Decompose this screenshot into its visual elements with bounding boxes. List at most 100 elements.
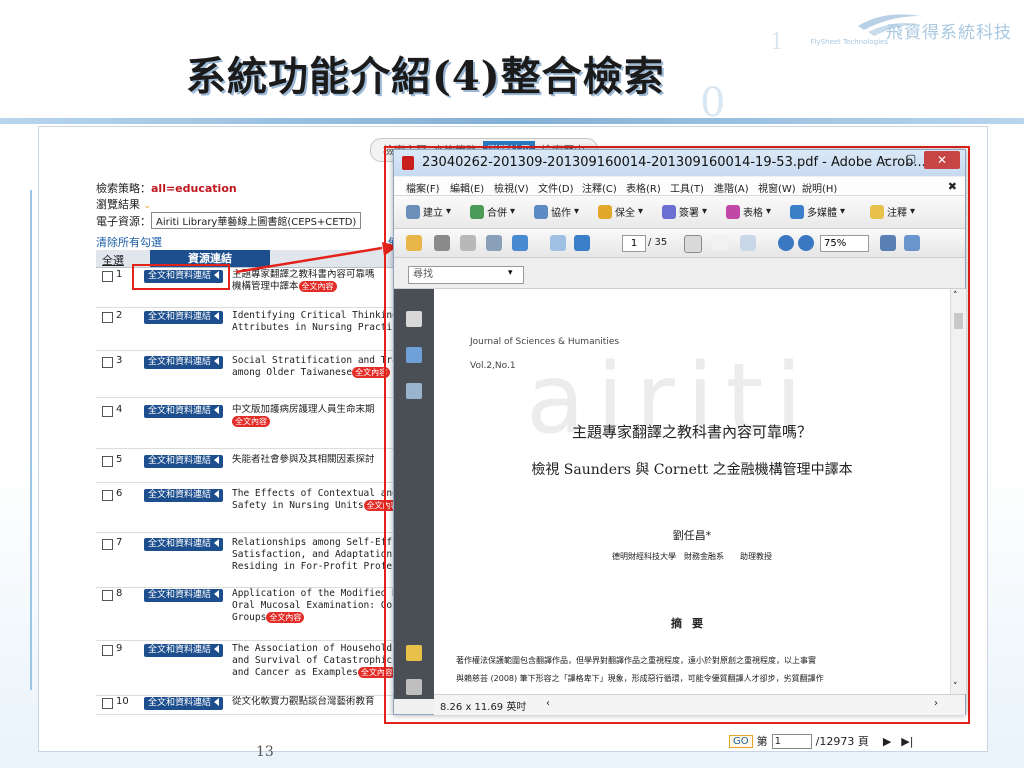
row-checkbox[interactable] bbox=[102, 698, 113, 709]
print-icon[interactable] bbox=[434, 235, 450, 251]
fulltext-link-button[interactable]: 全文和資料連結 bbox=[144, 405, 224, 418]
secure-tool[interactable]: 保全 ▾ bbox=[598, 204, 643, 219]
speaker-icon bbox=[214, 539, 220, 547]
signatures-icon[interactable] bbox=[406, 383, 422, 399]
maximize-icon[interactable]: ▢ bbox=[900, 152, 922, 170]
scroll-right-icon[interactable]: › bbox=[934, 698, 938, 709]
pagination: GO 第 1 /12973 頁 ▶ ▶| bbox=[729, 733, 913, 749]
row-checkbox[interactable] bbox=[102, 490, 113, 501]
row-checkbox[interactable] bbox=[102, 312, 113, 323]
comment-tool[interactable]: 注釋 ▾ bbox=[870, 204, 915, 219]
row-checkbox[interactable] bbox=[102, 645, 113, 656]
fit-width-icon[interactable] bbox=[904, 235, 920, 251]
scroll-thumb[interactable] bbox=[954, 313, 963, 329]
decorative-band bbox=[0, 118, 1024, 124]
last-page-icon[interactable]: ▶| bbox=[901, 735, 913, 748]
chevron-down-icon[interactable]: ⌄ bbox=[144, 201, 152, 211]
attachment-icon[interactable] bbox=[406, 679, 422, 695]
result-title[interactable]: Social Stratification and Traj among Olde… bbox=[232, 355, 396, 379]
menu-file[interactable]: 檔案(F) bbox=[406, 180, 440, 195]
result-title[interactable]: The Association of Household and Survival… bbox=[232, 643, 396, 679]
result-title-line: Relationships among Self-Effi bbox=[232, 537, 396, 548]
result-title[interactable]: 中文版加護病房護理人員生命末期 全文內容 bbox=[232, 404, 396, 428]
result-title[interactable]: 從文化軟實力觀點談台灣藝術教育 bbox=[232, 696, 396, 708]
fulltext-link-button[interactable]: 全文和資料連結 bbox=[144, 589, 224, 602]
hand-icon[interactable] bbox=[712, 235, 728, 251]
fulltext-link-button[interactable]: 全文和資料連結 bbox=[144, 489, 224, 502]
zoom-select[interactable]: 75% bbox=[820, 235, 869, 252]
fulltext-badge[interactable]: 全文內容 bbox=[266, 612, 305, 623]
globe-icon[interactable] bbox=[512, 235, 528, 251]
result-title[interactable]: 失能者社會參與及其相關因素探討 bbox=[232, 454, 396, 466]
menu-help[interactable]: 說明(H) bbox=[802, 180, 837, 195]
create-tool[interactable]: 建立 ▾ bbox=[406, 204, 451, 219]
fulltext-badge[interactable]: 全文內容 bbox=[232, 416, 270, 427]
save-icon[interactable] bbox=[460, 235, 476, 251]
result-title[interactable]: Relationships among Self-Effi Satisfactio… bbox=[232, 537, 396, 573]
menu-advanced[interactable]: 進階(A) bbox=[714, 180, 749, 195]
fulltext-link-button[interactable]: 全文和資料連結 bbox=[144, 356, 224, 369]
menu-window[interactable]: 視窗(W) bbox=[758, 180, 796, 195]
scroll-left-icon[interactable]: ‹ bbox=[546, 698, 550, 709]
close-doc-icon[interactable]: ✖ bbox=[948, 180, 957, 193]
row-number: 10 bbox=[116, 696, 129, 707]
result-title[interactable]: Identifying Critical Thinking InAttribut… bbox=[232, 310, 396, 334]
row-checkbox[interactable] bbox=[102, 590, 113, 601]
go-button[interactable]: GO bbox=[729, 734, 753, 748]
comments-icon[interactable] bbox=[406, 645, 422, 661]
row-checkbox[interactable] bbox=[102, 271, 113, 282]
forms-tool[interactable]: 表格 ▾ bbox=[726, 204, 771, 219]
sign-tool[interactable]: 簽署 ▾ bbox=[662, 204, 707, 219]
arrow-up-icon[interactable] bbox=[550, 235, 566, 251]
window-titlebar[interactable]: 23040262-201309-201309160014-20130916001… bbox=[394, 150, 965, 176]
scroll-down-icon[interactable]: ˅ bbox=[953, 682, 958, 692]
row-checkbox[interactable] bbox=[102, 456, 113, 467]
chevron-down-icon[interactable]: ▾ bbox=[508, 268, 513, 278]
multimedia-tool[interactable]: 多媒體 ▾ bbox=[790, 204, 845, 219]
fulltext-link-button[interactable]: 全文和資料連結 bbox=[144, 311, 224, 324]
menu-view[interactable]: 檢視(V) bbox=[494, 180, 529, 195]
vertical-scrollbar[interactable]: ˄ ˅ bbox=[950, 289, 966, 694]
email-icon[interactable] bbox=[486, 235, 502, 251]
close-icon[interactable]: ✕ bbox=[924, 151, 960, 169]
menu-document[interactable]: 文件(D) bbox=[538, 180, 574, 195]
minimize-icon[interactable]: – bbox=[876, 152, 898, 170]
combine-tool[interactable]: 合併 ▾ bbox=[470, 204, 515, 219]
menu-tools[interactable]: 工具(T) bbox=[670, 180, 704, 195]
arrow-down-icon[interactable] bbox=[574, 235, 590, 251]
open-folder-icon[interactable] bbox=[406, 235, 422, 251]
fulltext-link-button[interactable]: 全文和資料連結 bbox=[144, 538, 224, 551]
page-number-input[interactable]: 1 bbox=[622, 235, 646, 252]
zoom-out-icon[interactable] bbox=[778, 235, 794, 251]
journal-name: Journal of Sciences & Humanities bbox=[470, 337, 620, 347]
result-title[interactable]: Application of the Modified H Oral Mucosa… bbox=[232, 588, 396, 624]
find-input[interactable]: 尋找 bbox=[408, 266, 524, 284]
pdf-document-view[interactable]: airiti Journal of Sciences & Humanities … bbox=[434, 289, 950, 694]
zoom-in-icon[interactable] bbox=[798, 235, 814, 251]
page-input[interactable]: 1 bbox=[771, 733, 812, 749]
fit-page-icon[interactable] bbox=[880, 235, 896, 251]
fulltext-link-button[interactable]: 全文和資料連結 bbox=[144, 697, 224, 710]
company-logo: FlySheet Technologies 飛資得系統科技 bbox=[796, 8, 1016, 46]
menu-forms[interactable]: 表格(R) bbox=[626, 180, 661, 195]
next-page-icon[interactable]: ▶ bbox=[883, 735, 891, 748]
fulltext-link-button[interactable]: 全文和資料連結 bbox=[144, 455, 224, 468]
pages-icon[interactable] bbox=[406, 311, 422, 327]
row-checkbox[interactable] bbox=[102, 406, 113, 417]
clear-all-link[interactable]: 清除所有勾選 bbox=[96, 234, 162, 250]
bookmarks-icon[interactable] bbox=[406, 347, 422, 363]
collaborate-tool[interactable]: 協作 ▾ bbox=[534, 204, 579, 219]
select-cursor-icon[interactable] bbox=[684, 235, 702, 253]
result-title-line: Application of the Modified H bbox=[232, 588, 396, 599]
fulltext-badge[interactable]: 全文內容 bbox=[298, 281, 337, 292]
row-checkbox[interactable] bbox=[102, 539, 113, 550]
result-title[interactable]: The Effects of Contextual and Safety in N… bbox=[232, 488, 396, 512]
scroll-up-icon[interactable]: ˄ bbox=[953, 291, 958, 301]
select-all-link[interactable]: 全選 bbox=[102, 252, 124, 268]
menu-comments[interactable]: 注釋(C) bbox=[582, 180, 617, 195]
menu-edit[interactable]: 編輯(E) bbox=[450, 180, 484, 195]
row-checkbox[interactable] bbox=[102, 357, 113, 368]
source-select[interactable]: Airiti Library華藝線上圖書館(CEPS+CETD) bbox=[151, 212, 362, 229]
zoom-tool-icon[interactable] bbox=[740, 235, 756, 251]
fulltext-link-button[interactable]: 全文和資料連結 bbox=[144, 644, 224, 657]
